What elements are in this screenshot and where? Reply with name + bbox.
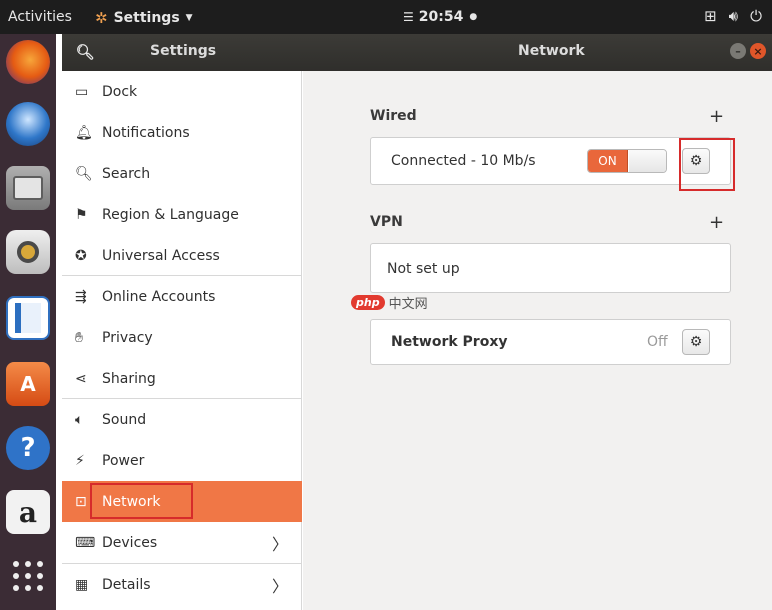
wired-connection-row: Connected - 10 Mb/s ON ⚙ bbox=[370, 137, 731, 185]
devices-icon: ⌨︎ bbox=[75, 534, 96, 551]
window-controls: – × bbox=[730, 43, 766, 59]
sidebar-item-sound[interactable]: 🔈︎ Sound bbox=[62, 399, 302, 440]
sidebar-item-label: Devices bbox=[102, 534, 158, 551]
network-proxy-row[interactable]: Network Proxy Off ⚙ bbox=[370, 319, 731, 365]
close-icon[interactable]: × bbox=[750, 43, 766, 59]
settings-gear-icon: ✲ bbox=[95, 9, 108, 27]
region-flag-icon: ⚑ bbox=[75, 206, 88, 223]
sidebar-item-label: Universal Access bbox=[102, 247, 220, 264]
sidebar-item-online-accounts[interactable]: ⇶ Online Accounts bbox=[62, 276, 302, 317]
volume-icon[interactable]: 🔊︎ bbox=[729, 7, 738, 25]
clock-time: 20:54 bbox=[418, 9, 464, 25]
hand-icon: ✋︎ bbox=[75, 329, 83, 346]
show-applications-icon[interactable] bbox=[6, 554, 50, 598]
amazon-icon[interactable]: a bbox=[6, 490, 50, 534]
sidebar-item-label: Sharing bbox=[102, 370, 156, 387]
caret-down-icon: ▼ bbox=[185, 13, 193, 23]
sidebar-item-label: Notifications bbox=[102, 124, 190, 141]
network-panel: Wired + Connected - 10 Mb/s ON ⚙ VPN + N… bbox=[303, 71, 772, 610]
calendar-menu-icon: ☰ bbox=[403, 10, 414, 24]
toggle-on-label: ON bbox=[588, 150, 628, 172]
sidebar-item-network[interactable]: ⊡ Network bbox=[62, 481, 302, 522]
vpn-status: Not set up bbox=[387, 261, 460, 277]
sidebar-item-label: Region & Language bbox=[102, 206, 239, 223]
page-title: Network bbox=[518, 43, 585, 59]
settings-sidebar: ▭ Dock 🔔︎ Notifications 🔍︎ Search ⚑ Regi… bbox=[62, 71, 302, 610]
power-icon[interactable]: ⏻ bbox=[750, 7, 762, 25]
highlight-box bbox=[90, 483, 193, 519]
wired-status: Connected - 10 Mb/s bbox=[391, 153, 536, 169]
firefox-icon[interactable] bbox=[6, 40, 50, 84]
dock-icon: ▭ bbox=[75, 83, 89, 100]
watermark-text: 中文网 bbox=[388, 297, 428, 312]
sidebar-item-label: Power bbox=[102, 452, 145, 469]
toggle-knob bbox=[629, 150, 666, 172]
network-status-icon[interactable]: ⊞ bbox=[704, 7, 717, 25]
sidebar-title: Settings bbox=[150, 43, 217, 59]
sidebar-item-privacy[interactable]: ✋︎ Privacy bbox=[62, 317, 302, 358]
vpn-row: Not set up bbox=[370, 243, 731, 293]
sidebar-item-notifications[interactable]: 🔔︎ Notifications bbox=[62, 112, 302, 153]
wired-toggle[interactable]: ON bbox=[587, 149, 667, 173]
header-bar: 🔍︎ Settings Network – × bbox=[62, 34, 772, 71]
search-icon: 🔍︎ bbox=[75, 165, 93, 182]
power-plug-icon: ⚡︎ bbox=[75, 452, 85, 469]
proxy-settings-button[interactable]: ⚙ bbox=[682, 329, 710, 355]
share-icon: ⋖ bbox=[75, 370, 87, 387]
rhythmbox-icon[interactable] bbox=[6, 230, 50, 274]
clock[interactable]: ☰ 20:54 ● bbox=[403, 9, 477, 25]
minimize-icon[interactable]: – bbox=[730, 43, 746, 59]
sidebar-item-label: Details bbox=[102, 576, 151, 593]
search-icon: 🔍︎ bbox=[75, 43, 95, 61]
bell-icon: 🔔︎ bbox=[75, 124, 93, 141]
network-proxy-label: Network Proxy bbox=[391, 334, 508, 350]
sidebar-item-universal-access[interactable]: ✪ Universal Access bbox=[62, 235, 302, 276]
sidebar-item-label: Search bbox=[102, 165, 151, 182]
libreoffice-writer-icon[interactable] bbox=[6, 296, 50, 340]
dock: A ? a bbox=[0, 34, 56, 610]
top-bar: Activities ✲ Settings ▼ ☰ 20:54 ● ⊞ 🔊︎ ⏻ bbox=[0, 0, 772, 34]
chevron-right-icon: 〉 bbox=[271, 576, 288, 596]
activities-button[interactable]: Activities bbox=[8, 9, 72, 25]
add-vpn-button[interactable]: + bbox=[709, 212, 724, 233]
sidebar-item-devices[interactable]: ⌨︎ Devices 〉 bbox=[62, 522, 302, 563]
sidebar-item-sharing[interactable]: ⋖ Sharing bbox=[62, 358, 302, 399]
add-wired-button[interactable]: + bbox=[709, 106, 724, 127]
accessibility-icon: ✪ bbox=[75, 247, 87, 264]
sidebar-item-label: Dock bbox=[102, 83, 138, 100]
watermark-badge: php bbox=[351, 295, 385, 310]
sidebar-item-label: Privacy bbox=[102, 329, 153, 346]
app-menu-label: Settings bbox=[113, 10, 180, 26]
speaker-icon: 🔈︎ bbox=[75, 411, 84, 428]
sidebar-item-power[interactable]: ⚡︎ Power bbox=[62, 440, 302, 481]
sidebar-item-details[interactable]: ▦ Details 〉 bbox=[62, 564, 302, 605]
proxy-status: Off bbox=[647, 334, 668, 350]
info-icon: ▦ bbox=[75, 576, 89, 593]
notification-dot-icon: ● bbox=[469, 12, 478, 22]
files-icon[interactable] bbox=[6, 166, 50, 210]
highlight-box bbox=[679, 138, 735, 191]
app-menu[interactable]: ✲ Settings ▼ bbox=[95, 9, 193, 27]
sidebar-item-label: Sound bbox=[102, 411, 147, 428]
search-button[interactable]: 🔍︎ bbox=[72, 40, 98, 64]
sidebar-item-dock[interactable]: ▭ Dock bbox=[62, 71, 302, 112]
watermark: php 中文网 bbox=[351, 293, 428, 312]
vpn-section-title: VPN bbox=[370, 214, 403, 230]
online-accounts-icon: ⇶ bbox=[75, 288, 87, 305]
thunderbird-icon[interactable] bbox=[6, 102, 50, 146]
sidebar-item-label: Online Accounts bbox=[102, 288, 216, 305]
software-center-icon[interactable]: A bbox=[6, 362, 50, 406]
system-tray[interactable]: ⊞ 🔊︎ ⏻ bbox=[704, 7, 762, 25]
help-icon[interactable]: ? bbox=[6, 426, 50, 470]
sidebar-item-region-language[interactable]: ⚑ Region & Language bbox=[62, 194, 302, 235]
wired-section-title: Wired bbox=[370, 108, 417, 124]
gear-icon: ⚙ bbox=[689, 334, 703, 350]
sidebar-item-search[interactable]: 🔍︎ Search bbox=[62, 153, 302, 194]
chevron-right-icon: 〉 bbox=[271, 534, 288, 554]
